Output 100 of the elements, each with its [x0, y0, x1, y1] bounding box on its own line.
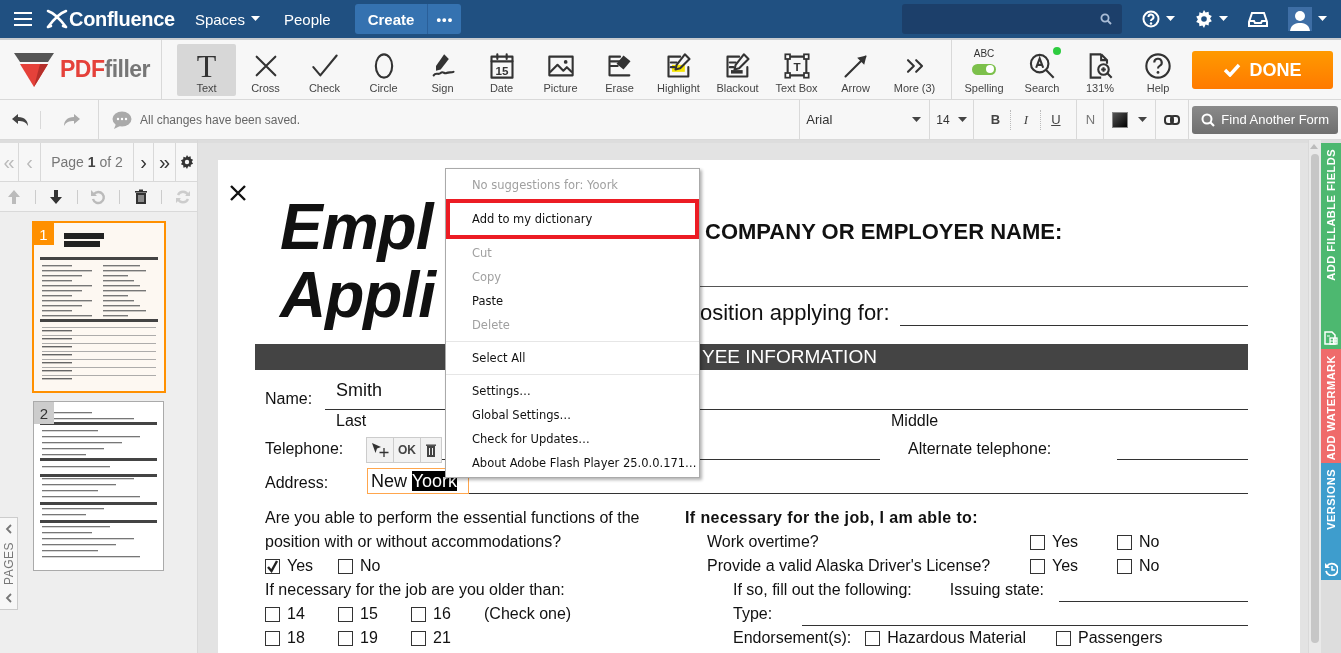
down-arrow-icon: [48, 188, 65, 205]
next-page-button[interactable]: ›: [134, 143, 154, 181]
profile-menu[interactable]: [1288, 7, 1327, 31]
toggle-switch[interactable]: [972, 63, 996, 75]
trash-icon: [132, 188, 149, 205]
more-button[interactable]: •••: [427, 4, 462, 34]
scrollbar[interactable]: [1308, 140, 1321, 653]
checkbox[interactable]: [265, 558, 280, 574]
create-button[interactable]: Create: [354, 4, 428, 34]
checkbox[interactable]: [1056, 630, 1071, 646]
page-thumbnail[interactable]: 2: [33, 401, 164, 571]
checkbox[interactable]: [265, 606, 280, 622]
link-icon: [1164, 114, 1181, 125]
underline-button[interactable]: U: [1040, 109, 1071, 130]
option-label: Yes: [1052, 556, 1079, 576]
bold-button[interactable]: B: [980, 109, 1011, 130]
tool-button[interactable]: Arrow: [826, 43, 885, 96]
font-dropdown[interactable]: Arial: [799, 100, 930, 139]
last-page-button[interactable]: »: [154, 143, 176, 181]
checkbox[interactable]: [338, 630, 353, 646]
menu-item[interactable]: Paste: [446, 289, 699, 313]
notifications-button[interactable]: [1248, 11, 1268, 27]
search-button[interactable]: Search: [1013, 43, 1071, 96]
checkbox[interactable]: [265, 630, 280, 646]
check-icon: [1223, 63, 1242, 77]
checkbox[interactable]: [411, 630, 426, 646]
tool-button[interactable]: T Text Box: [767, 43, 826, 96]
checkbox[interactable]: [1030, 558, 1045, 574]
checkbox[interactable]: [338, 606, 353, 622]
delete-page-button[interactable]: [132, 188, 149, 205]
help-icon: [1144, 51, 1172, 80]
option-label: No: [1139, 556, 1160, 576]
pages-tab[interactable]: PAGES: [0, 517, 18, 610]
size-dropdown[interactable]: 14: [929, 100, 974, 139]
tool-button[interactable]: Picture: [531, 43, 590, 96]
option-label: 14: [287, 604, 305, 624]
move-icon: [371, 442, 389, 458]
help-menu[interactable]: [1142, 10, 1175, 28]
tool-button[interactable]: Highlight: [649, 43, 708, 96]
tool-button[interactable]: Check: [295, 43, 354, 96]
hint-text: (Check one): [484, 604, 572, 624]
inbox-icon: [1248, 11, 1268, 27]
page-indicator[interactable]: Page 1 of 2: [41, 143, 134, 181]
nav-link[interactable]: Spaces: [194, 10, 260, 28]
form-title: Appli: [280, 261, 435, 329]
option-label: Yes: [1052, 532, 1079, 552]
tool-button[interactable]: More (3): [885, 43, 944, 96]
normal-button[interactable]: N: [1077, 109, 1104, 130]
checkbox[interactable]: [1117, 534, 1132, 550]
checkbox[interactable]: [1030, 534, 1045, 550]
field-label: Name:: [264, 390, 314, 409]
help-button[interactable]: Help: [1129, 43, 1187, 96]
menu-item[interactable]: Settings…: [446, 379, 699, 403]
option-label: 16: [433, 604, 451, 624]
tool-button[interactable]: Blackout: [708, 43, 767, 96]
field-label: Endorsement(s):: [733, 628, 852, 648]
settings-menu[interactable]: [1195, 10, 1228, 28]
option-label: 15: [360, 604, 378, 624]
question-text: If so, fill out the following:: [733, 580, 912, 600]
app-logo: Confluence: [69, 7, 175, 31]
settings-icon: [179, 155, 194, 169]
field-label: Telephone:: [264, 440, 345, 459]
question-text: Provide a valid Alaska Driver's License?: [707, 556, 992, 576]
tool-button[interactable]: T Text: [177, 43, 236, 96]
search-field[interactable]: [902, 4, 1122, 34]
field-label: Alternate telephone:: [908, 440, 1052, 459]
question-text: If necessary for the job are you older than:: [265, 580, 566, 600]
move-down-button[interactable]: [48, 188, 65, 205]
menu-item[interactable]: Add to my dictionary: [446, 199, 699, 239]
tool-button[interactable]: Circle: [354, 43, 413, 96]
checkbox[interactable]: [411, 606, 426, 622]
tool-button[interactable]: 15 Date: [472, 43, 531, 96]
checkbox[interactable]: [865, 630, 881, 646]
caret-icon: [958, 116, 968, 123]
zoom-button[interactable]: 131%: [1071, 43, 1129, 96]
chevron-icon: [5, 524, 12, 534]
undo-button[interactable]: [11, 112, 29, 127]
checkbox[interactable]: [1117, 558, 1132, 574]
caret-icon: [1138, 116, 1148, 123]
avatar-icon: [1288, 7, 1312, 31]
option-label: No: [1139, 532, 1160, 552]
menu-item[interactable]: Select All: [446, 346, 699, 370]
italic-button[interactable]: I: [1010, 109, 1041, 130]
nav-link[interactable]: People: [283, 10, 331, 28]
caret-icon: [1219, 16, 1228, 22]
tool-button[interactable]: Erase: [590, 43, 649, 96]
field-label: Issuing state:: [949, 580, 1045, 600]
up-arrow-icon: [6, 188, 23, 205]
tool-button[interactable]: Cross: [236, 43, 295, 96]
spelling-button[interactable]: ABC Spelling: [955, 43, 1013, 96]
trash-icon: [425, 443, 437, 457]
tool-button[interactable]: Sign: [413, 43, 472, 96]
company-label: COMPANY OR EMPLOYER NAME:: [705, 220, 1064, 244]
checkbox[interactable]: [338, 558, 353, 574]
find-form-button[interactable]: Find Another Form: [1192, 105, 1338, 134]
position-label: osition applying for:: [700, 300, 890, 326]
chevron-icon: [5, 593, 12, 603]
search-icon: [1028, 51, 1056, 80]
field-caption: Last: [336, 412, 367, 429]
menu-item[interactable]: Check for Updates…: [446, 427, 699, 451]
